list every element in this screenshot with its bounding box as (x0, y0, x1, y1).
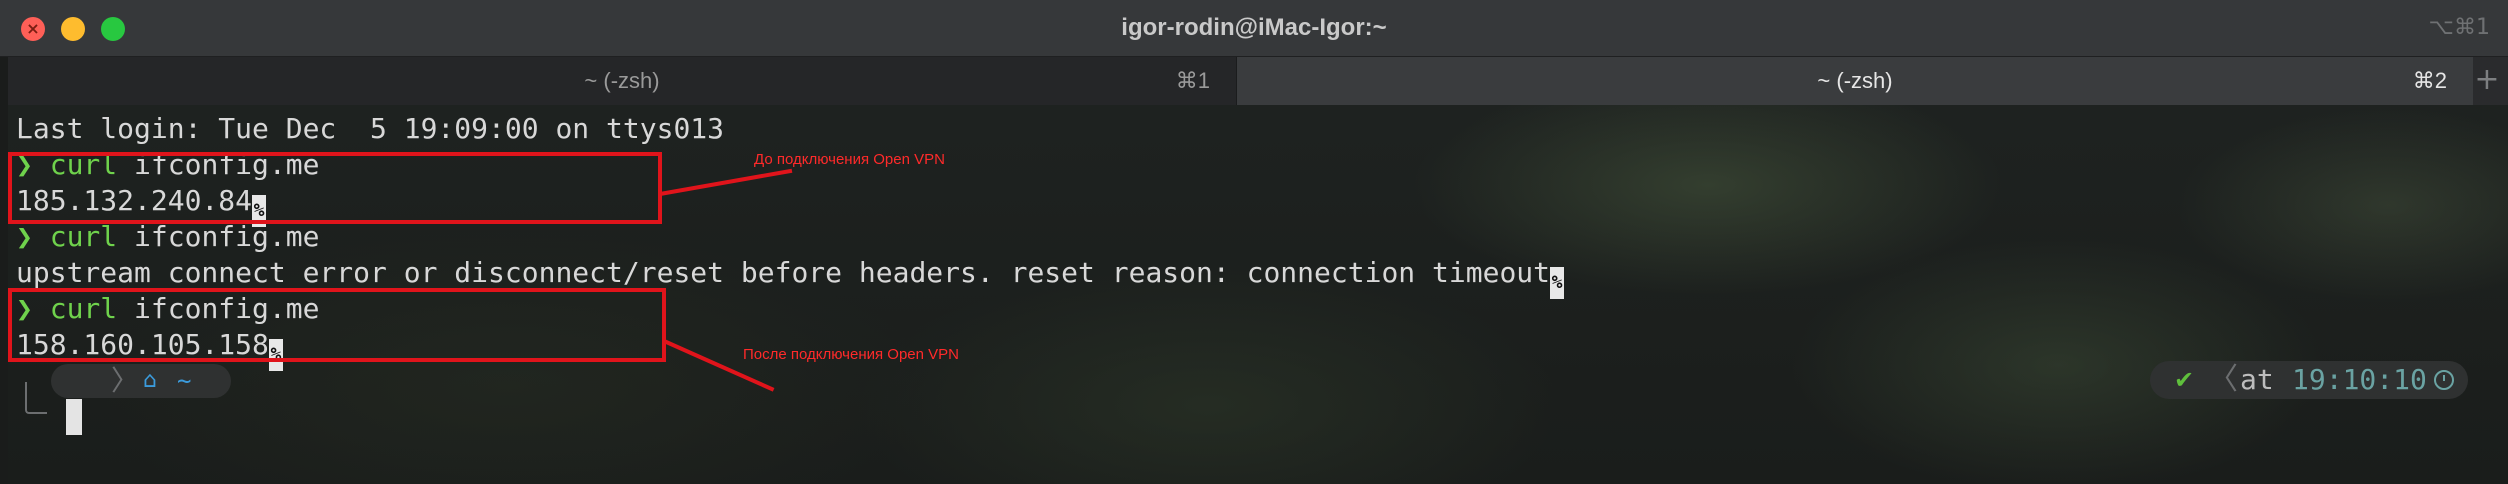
annotation-after: После подключения Open VPN (743, 346, 959, 363)
tab-title: ~ (-zsh) (1817, 68, 1893, 93)
segment-separator-icon: 〈 (2208, 362, 2238, 397)
command-line: ❯ curl ifconfig.me (16, 219, 319, 255)
highlight-box-after (8, 288, 666, 362)
prompt-arrow-icon: ❯ (16, 220, 33, 253)
tab-bar: ~ (-zsh) ⌘1 ~ (-zsh) ⌘2 + (8, 57, 2508, 105)
clock-icon (2434, 370, 2454, 390)
home-icon: ⌂ (143, 368, 157, 393)
prompt-path: ~ (177, 367, 192, 395)
highlight-box-before (8, 152, 662, 224)
window-shortcut: ⌥⌘1 (2428, 15, 2490, 40)
annotation-before: До подключения Open VPN (754, 151, 945, 168)
at-label: at (2240, 363, 2274, 396)
title-bar: × igor-rodin@iMac-Igor:~ ⌥⌘1 (0, 0, 2508, 57)
check-icon: ✔ (2174, 366, 2195, 394)
tab-shortcut: ⌘2 (2412, 68, 2447, 93)
segment-separator-icon: 〉 (111, 364, 140, 397)
eol-marker: % (1550, 267, 1565, 299)
tab-1[interactable]: ~ (-zsh) ⌘1 (8, 57, 1237, 105)
command-name: curl (49, 220, 118, 253)
text-cursor (66, 399, 82, 435)
new-tab-button[interactable]: + (2466, 57, 2508, 105)
tab-title: ~ (-zsh) (584, 68, 660, 93)
tab-2[interactable]: ~ (-zsh) ⌘2 (1237, 57, 2473, 105)
prompt-segment-right: ✔ 〈 at 19:10:10 (2150, 361, 2468, 399)
terminal-output[interactable]: Last login: Tue Dec 5 19:09:00 on ttys01… (8, 105, 2508, 484)
output-text: upstream connect error or disconnect/res… (16, 256, 1551, 289)
window-title: igor-rodin@iMac-Igor:~ (1121, 14, 1387, 41)
prompt-segment-left: 〉 ⌂ ~ (51, 364, 231, 398)
prompt-corner-line (25, 382, 47, 414)
annotation-arrow-before (659, 168, 793, 196)
output-line: upstream connect error or disconnect/res… (16, 255, 1565, 299)
prompt-time: 19:10:10 (2292, 363, 2427, 396)
last-login-line: Last login: Tue Dec 5 19:09:00 on ttys01… (16, 112, 725, 145)
command-args: ifconfig.me (117, 220, 320, 253)
tab-shortcut: ⌘1 (1175, 68, 1210, 93)
